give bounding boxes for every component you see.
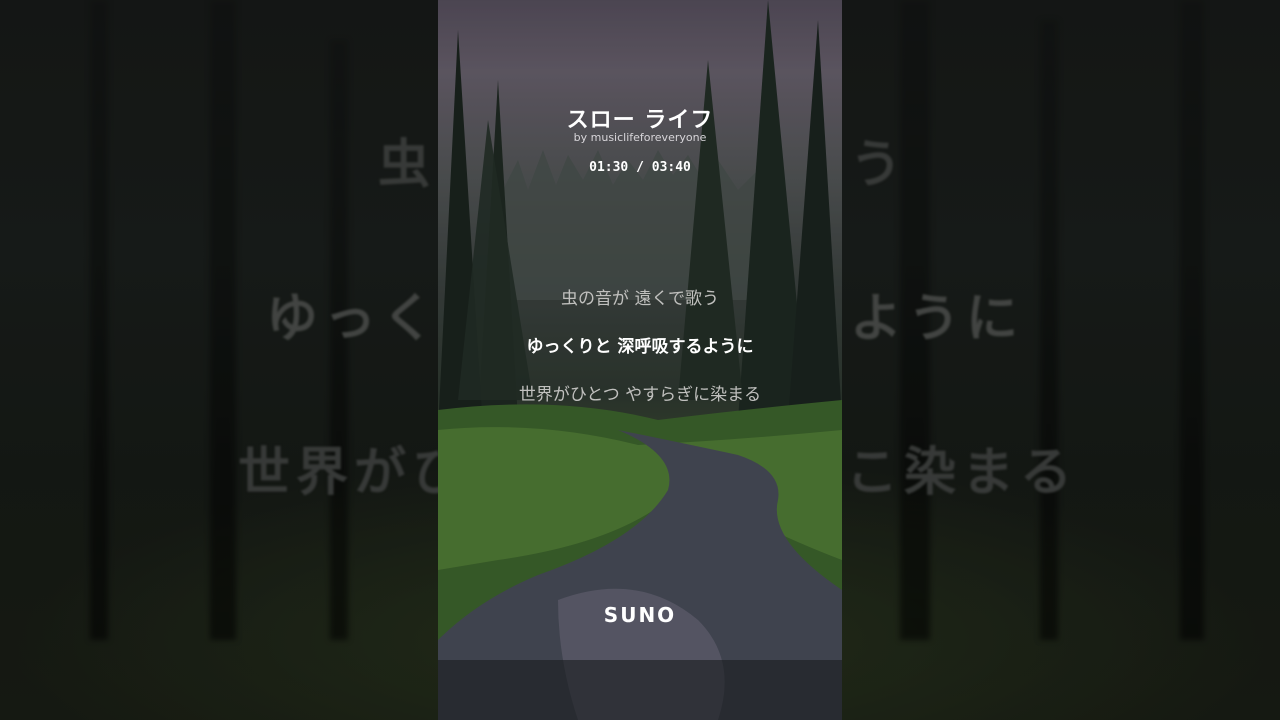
- playback-time: 01:30 / 03:40: [589, 160, 691, 175]
- lyric-previous-line: 虫の音が 遠くで歌う: [561, 289, 719, 309]
- song-artist: by musiclifeforeveryone: [573, 131, 707, 144]
- suno-logo: SUNO: [603, 603, 677, 627]
- song-title: スロー ライフ: [566, 108, 714, 133]
- lyric-current-line: ゆっくりと 深呼吸するように: [526, 337, 754, 357]
- lyric-next-line: 世界がひとつ やすらぎに染まる: [518, 385, 762, 405]
- video-panel: スロー ライフ by musiclifeforeveryone 01:30 / …: [438, 0, 842, 720]
